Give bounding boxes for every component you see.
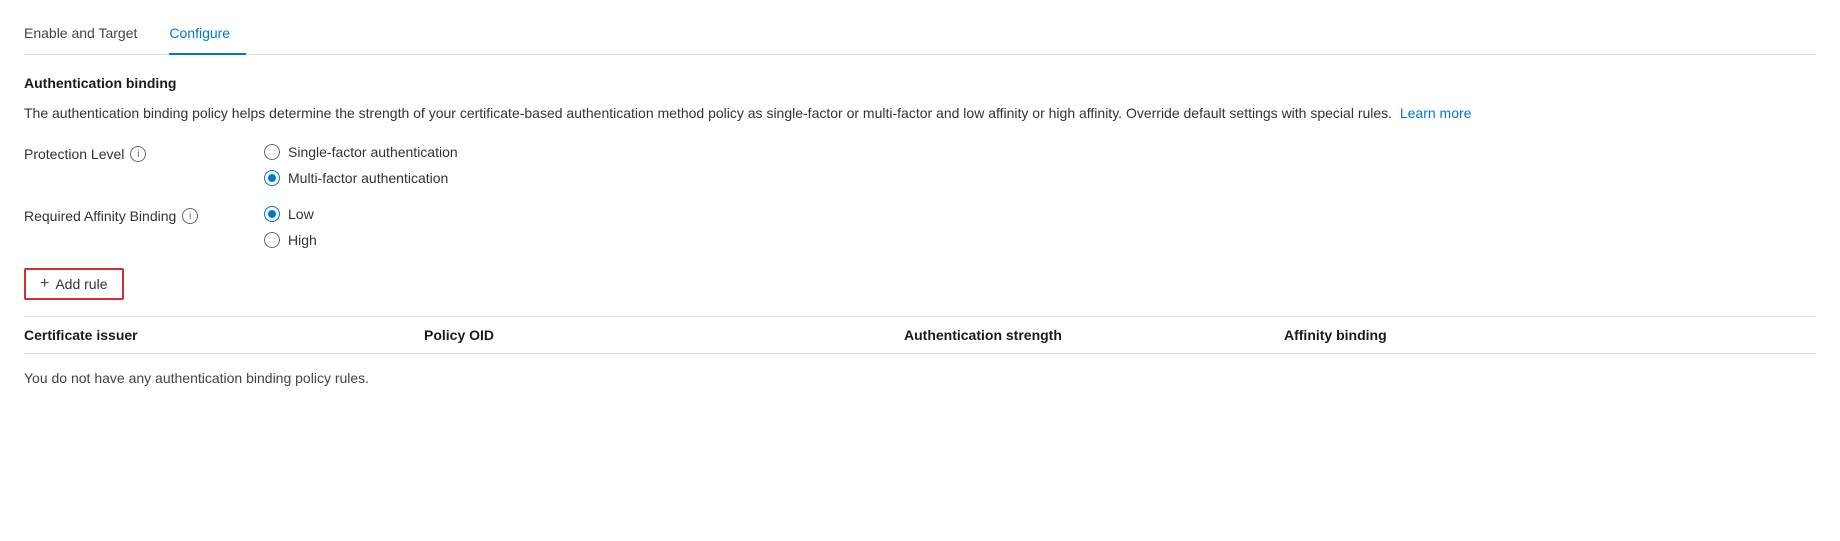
section-title: Authentication binding xyxy=(24,75,1816,91)
radio-single-factor-input[interactable] xyxy=(264,144,280,160)
radio-high-input[interactable] xyxy=(264,232,280,248)
radio-low-input[interactable] xyxy=(264,206,280,222)
radio-single-factor[interactable]: Single-factor authentication xyxy=(264,144,458,160)
page-container: Enable and Target Configure Authenticati… xyxy=(0,0,1840,541)
protection-level-radio-group: Single-factor authentication Multi-facto… xyxy=(264,144,458,186)
rules-table: Certificate issuer Policy OID Authentica… xyxy=(24,316,1816,402)
col-header-auth-strength: Authentication strength xyxy=(904,327,1284,343)
radio-low-label: Low xyxy=(288,206,314,222)
learn-more-link[interactable]: Learn more xyxy=(1400,105,1472,121)
section-description: The authentication binding policy helps … xyxy=(24,103,1624,124)
col-header-policy-oid: Policy OID xyxy=(424,327,904,343)
protection-level-row: Protection Level i Single-factor authent… xyxy=(24,144,1816,186)
radio-single-factor-label: Single-factor authentication xyxy=(288,144,458,160)
tab-configure[interactable]: Configure xyxy=(169,17,246,55)
affinity-binding-radio-group: Low High xyxy=(264,206,317,248)
radio-high-label: High xyxy=(288,232,317,248)
table-empty-message: You do not have any authentication bindi… xyxy=(24,354,1816,402)
radio-low[interactable]: Low xyxy=(264,206,317,222)
tab-enable-target[interactable]: Enable and Target xyxy=(24,17,153,55)
radio-high[interactable]: High xyxy=(264,232,317,248)
table-header: Certificate issuer Policy OID Authentica… xyxy=(24,317,1816,354)
radio-multi-factor-input[interactable] xyxy=(264,170,280,186)
plus-icon: + xyxy=(40,275,49,293)
tabs-bar: Enable and Target Configure xyxy=(24,16,1816,55)
affinity-binding-label: Required Affinity Binding i xyxy=(24,206,264,224)
protection-level-label: Protection Level i xyxy=(24,144,264,162)
col-header-affinity-binding: Affinity binding xyxy=(1284,327,1816,343)
add-rule-label: Add rule xyxy=(55,276,107,292)
radio-multi-factor-label: Multi-factor authentication xyxy=(288,170,448,186)
affinity-binding-info-icon[interactable]: i xyxy=(182,208,198,224)
radio-multi-factor[interactable]: Multi-factor authentication xyxy=(264,170,458,186)
protection-level-info-icon[interactable]: i xyxy=(130,146,146,162)
add-rule-button[interactable]: + Add rule xyxy=(24,268,124,300)
col-header-certificate-issuer: Certificate issuer xyxy=(24,327,424,343)
affinity-binding-row: Required Affinity Binding i Low High xyxy=(24,206,1816,248)
